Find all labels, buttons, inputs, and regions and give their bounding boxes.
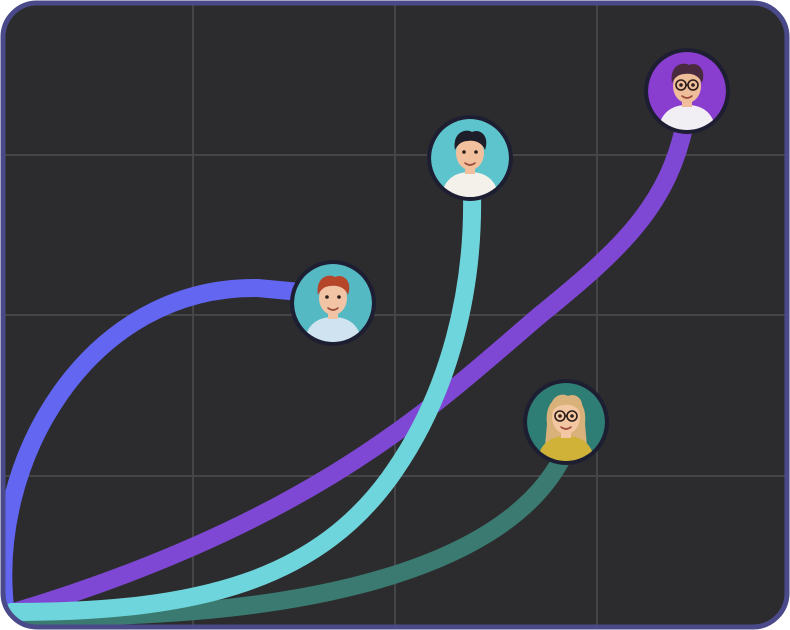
- diagram-canvas: [0, 0, 790, 630]
